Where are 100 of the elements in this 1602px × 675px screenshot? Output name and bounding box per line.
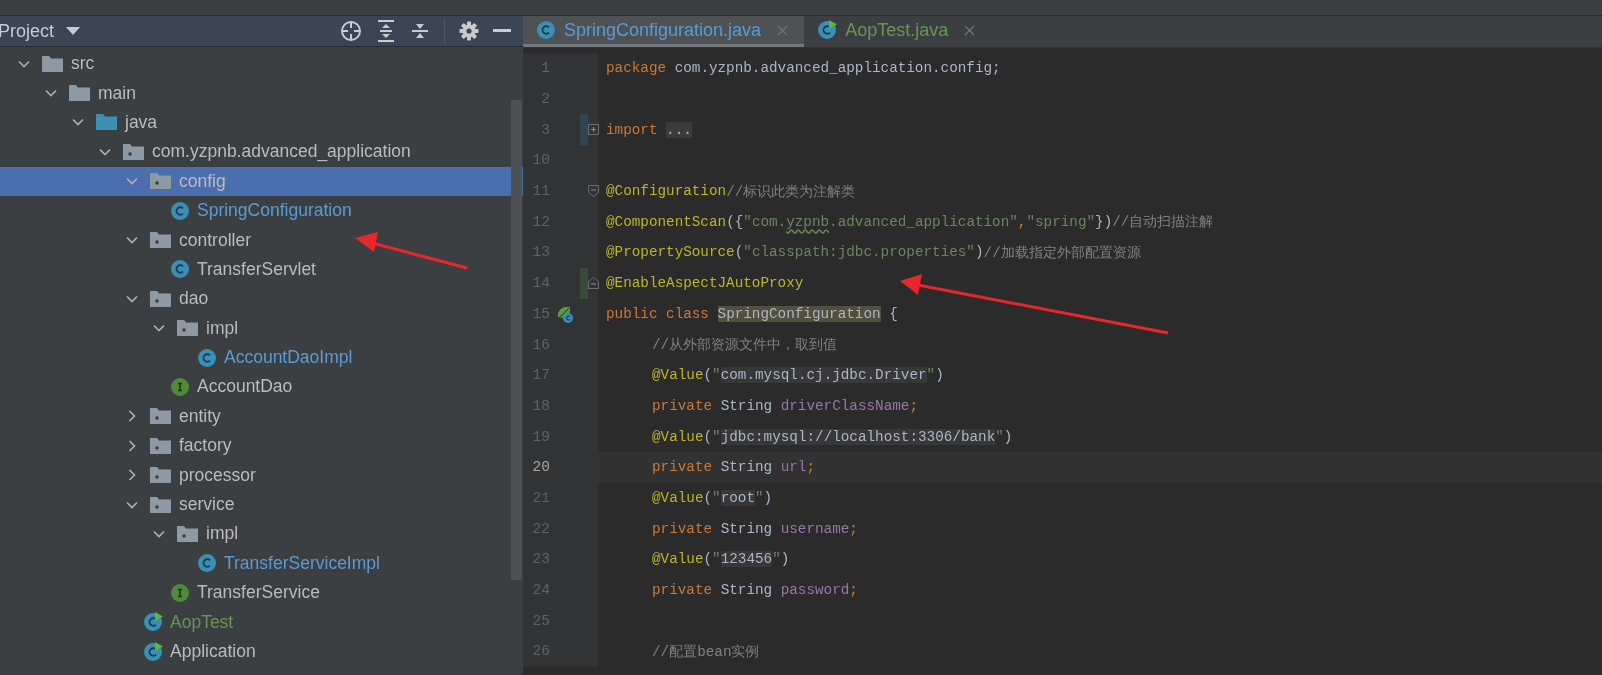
code-string: " xyxy=(926,367,936,384)
code-text: String xyxy=(720,582,774,599)
code-text: ) xyxy=(780,551,790,568)
code-text: ) xyxy=(1003,428,1013,445)
fold-plus-icon[interactable] xyxy=(588,123,599,136)
tree-item[interactable]: SpringConfiguration xyxy=(0,195,523,226)
package-folder-icon xyxy=(177,319,198,338)
code-annotation: @EnableAspectJAutoProxy xyxy=(606,275,804,292)
code-field: url xyxy=(780,459,807,476)
code-keyword: import xyxy=(606,121,659,138)
panel-title[interactable]: Project xyxy=(0,20,55,42)
bean-class-icon[interactable] xyxy=(555,304,573,323)
expand-all-icon[interactable] xyxy=(376,20,396,42)
code-keyword: private xyxy=(652,459,714,476)
package-folder-icon xyxy=(150,231,171,250)
tree-item[interactable]: AccountDao xyxy=(0,372,523,402)
tree-item[interactable]: impl xyxy=(0,519,523,549)
tree-item[interactable]: dao xyxy=(0,284,523,314)
tree-item[interactable]: TransferService xyxy=(0,578,523,608)
dropdown-caret-icon[interactable] xyxy=(66,27,81,35)
code-text: ( xyxy=(703,428,713,445)
code-keyword: ; xyxy=(849,520,858,537)
code-keyword: ; xyxy=(806,459,816,476)
tree-item[interactable]: AopTest xyxy=(0,607,523,637)
tree-item[interactable]: controller xyxy=(0,225,523,255)
locate-icon[interactable] xyxy=(340,20,362,42)
scrollbar[interactable] xyxy=(511,100,522,580)
tree-item[interactable]: Application xyxy=(0,636,523,667)
code-field: username xyxy=(780,520,850,537)
code-text: ) xyxy=(763,489,773,506)
tree-item[interactable]: service xyxy=(0,489,523,520)
interface-icon xyxy=(170,377,190,397)
code-field: password xyxy=(780,582,850,599)
code-string: " xyxy=(995,428,1004,445)
interface-icon xyxy=(170,582,190,603)
code-string: " xyxy=(712,367,721,384)
tree-item[interactable]: entity xyxy=(0,401,523,432)
code-annotation: @Configuration xyxy=(606,183,727,200)
code-text: String xyxy=(720,459,774,476)
code-keyword: public class xyxy=(606,305,710,322)
package-folder-icon xyxy=(123,142,144,161)
code-text: ( xyxy=(734,244,744,261)
code-text: String xyxy=(720,520,774,537)
code-annotation: @PropertySource xyxy=(606,244,735,261)
code-string: jdbc:mysql://localhost:3306/bank xyxy=(720,428,996,445)
class-icon xyxy=(170,200,190,221)
code-string: " xyxy=(712,489,721,506)
code-string: " xyxy=(712,428,721,445)
editor-tab[interactable]: AopTest.java xyxy=(804,16,992,47)
code-string: " xyxy=(755,489,764,506)
tree-item[interactable]: main xyxy=(0,78,523,108)
tree-item[interactable]: java xyxy=(0,107,523,138)
code-string: "com. xyxy=(743,213,787,230)
code-annotation: @Value xyxy=(652,489,704,506)
minimize-icon[interactable] xyxy=(493,29,511,33)
tree-item[interactable]: TransferServlet xyxy=(0,254,523,285)
folder-icon xyxy=(69,84,90,103)
settings-icon[interactable] xyxy=(459,21,479,41)
folded-code: ... xyxy=(666,121,692,138)
code-string: com.mysql.cj.jdbc.Driver xyxy=(720,367,927,384)
code-keyword: , xyxy=(1017,213,1027,230)
code-comment: //从外部资源文件中，取到值 xyxy=(652,336,838,355)
class-icon xyxy=(197,347,217,368)
package-folder-icon xyxy=(150,466,171,485)
code-keyword: private xyxy=(652,520,714,537)
tree-item[interactable]: factory xyxy=(0,431,523,461)
tree-item[interactable]: com.yzpnb.advanced_application xyxy=(0,137,523,167)
code-identifier: SpringConfiguration xyxy=(717,305,881,322)
tree-item[interactable]: AccountDaoImpl xyxy=(0,342,523,373)
code-text: ) xyxy=(935,367,944,384)
code-string: 123456 xyxy=(720,551,773,568)
code-keyword: ; xyxy=(849,582,858,599)
tree-item[interactable]: src xyxy=(0,49,523,79)
fold-end-icon[interactable] xyxy=(588,277,599,290)
tree-item[interactable]: TransferServiceImpl xyxy=(0,548,523,579)
code-text: ( xyxy=(703,551,713,568)
code-string: "spring" xyxy=(1026,213,1096,230)
code-string: " xyxy=(712,551,721,568)
class-icon xyxy=(197,553,217,574)
tree-item[interactable]: impl xyxy=(0,313,523,343)
code-annotation: @Value xyxy=(652,367,704,384)
code-keyword: ; xyxy=(909,397,918,414)
code-comment: //配置bean实例 xyxy=(652,642,760,661)
package-folder-icon xyxy=(150,407,171,426)
code-comment: //加载指定外部配置资源 xyxy=(983,243,1141,262)
code-text: ({ xyxy=(726,213,744,230)
code-keyword: package xyxy=(606,60,668,77)
code-string: .advanced_application" xyxy=(829,213,1018,230)
code-annotation: @Value xyxy=(652,428,704,445)
code-string: " xyxy=(772,551,781,568)
code-comment: //自动扫描注解 xyxy=(1112,213,1214,232)
code-text: { xyxy=(888,305,898,322)
code-field: driverClassName xyxy=(780,397,910,414)
runnable-class-icon xyxy=(143,612,163,633)
fold-minus-icon[interactable] xyxy=(588,185,599,198)
code-text: ) xyxy=(974,244,984,261)
tree-item[interactable]: processor xyxy=(0,460,523,490)
code-keyword: private xyxy=(652,582,714,599)
code-text: String xyxy=(720,397,774,414)
code-keyword: private xyxy=(652,397,714,414)
